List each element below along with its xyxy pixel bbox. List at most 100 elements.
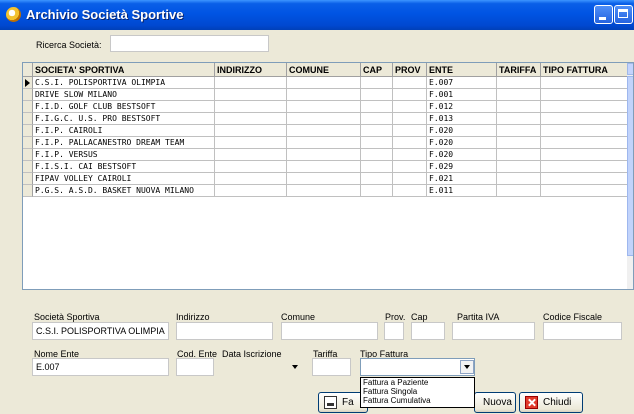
table-cell[interactable] <box>215 149 287 161</box>
table-cell[interactable] <box>287 161 361 173</box>
ente-field[interactable]: E.007 <box>32 358 169 376</box>
column-header[interactable]: INDIRIZZO <box>215 63 287 77</box>
table-row[interactable]: F.I.D. GOLF CLUB BESTSOFT F.012 <box>23 101 633 113</box>
table-cell[interactable]: F.020 <box>427 125 497 137</box>
table-cell[interactable] <box>361 149 393 161</box>
table-cell[interactable] <box>215 113 287 125</box>
minimize-button[interactable] <box>594 5 613 24</box>
table-cell[interactable]: F.029 <box>427 161 497 173</box>
table-cell[interactable] <box>361 125 393 137</box>
table-cell[interactable] <box>497 101 541 113</box>
table-cell[interactable]: F.I.P. VERSUS <box>33 149 215 161</box>
table-cell[interactable] <box>215 161 287 173</box>
row-indicator[interactable] <box>23 173 33 185</box>
table-cell[interactable] <box>361 161 393 173</box>
table-cell[interactable] <box>361 137 393 149</box>
table-row[interactable]: P.G.S. A.S.D. BASKET NUOVA MILANO E.011 <box>23 185 633 197</box>
row-indicator[interactable] <box>23 77 33 89</box>
table-cell[interactable] <box>541 161 633 173</box>
table-cell[interactable] <box>393 137 427 149</box>
row-indicator[interactable] <box>23 125 33 137</box>
table-cell[interactable] <box>361 185 393 197</box>
table-cell[interactable]: F.I.P. PALLACANESTRO DREAM TEAM <box>33 137 215 149</box>
table-row[interactable]: F.I.S.I. CAI BESTSOFT F.029 <box>23 161 633 173</box>
table-cell[interactable] <box>393 185 427 197</box>
societa-field[interactable]: C.S.I. POLISPORTIVA OLIMPIA <box>32 322 169 340</box>
table-cell[interactable] <box>541 125 633 137</box>
grid-vertical-scrollbar[interactable] <box>627 63 633 289</box>
table-row[interactable]: FIPAV VOLLEY CAIROLI F.021 <box>23 173 633 185</box>
dropdown-option[interactable]: Fattura Singola <box>361 387 474 396</box>
table-cell[interactable] <box>393 101 427 113</box>
table-cell[interactable] <box>393 149 427 161</box>
table-cell[interactable] <box>497 89 541 101</box>
table-cell[interactable]: F.001 <box>427 89 497 101</box>
societies-grid[interactable]: SOCIETA' SPORTIVA INDIRIZZO COMUNE CAP PROV E… <box>22 62 634 290</box>
table-cell[interactable]: F.I.G.C. U.S. PRO BESTSOFT <box>33 113 215 125</box>
table-cell[interactable] <box>287 185 361 197</box>
nuova-button[interactable]: Nuova <box>474 392 516 413</box>
table-cell[interactable] <box>287 113 361 125</box>
table-cell[interactable] <box>361 89 393 101</box>
comune-field[interactable] <box>281 322 378 340</box>
table-cell[interactable]: F.020 <box>427 149 497 161</box>
table-cell[interactable] <box>541 137 633 149</box>
table-row[interactable]: C.S.I. POLISPORTIVA OLIMPIA E.007 <box>23 77 633 89</box>
table-cell[interactable] <box>215 101 287 113</box>
table-cell[interactable]: F.012 <box>427 101 497 113</box>
tariffa-field[interactable] <box>312 358 351 376</box>
scroll-thumb[interactable] <box>627 76 633 256</box>
table-cell[interactable] <box>497 137 541 149</box>
row-indicator[interactable] <box>23 89 33 101</box>
table-cell[interactable] <box>215 125 287 137</box>
table-row[interactable]: DRIVE SLOW MILANO F.001 <box>23 89 633 101</box>
dropdown-option[interactable]: Fattura a Paziente <box>361 378 474 387</box>
table-cell[interactable]: F.021 <box>427 173 497 185</box>
table-cell[interactable] <box>287 137 361 149</box>
table-row[interactable]: F.I.P. PALLACANESTRO DREAM TEAM F.020 <box>23 137 633 149</box>
table-cell[interactable] <box>393 161 427 173</box>
table-cell[interactable]: E.011 <box>427 185 497 197</box>
codente-field[interactable] <box>176 358 214 376</box>
table-cell[interactable] <box>287 173 361 185</box>
row-indicator[interactable] <box>23 185 33 197</box>
tipo-fattura-dropdown-button[interactable] <box>460 360 474 374</box>
table-row[interactable]: F.I.P. CAIROLI F.020 <box>23 125 633 137</box>
table-cell[interactable] <box>393 77 427 89</box>
row-indicator[interactable] <box>23 137 33 149</box>
row-indicator[interactable] <box>23 101 33 113</box>
table-row[interactable]: F.I.G.C. U.S. PRO BESTSOFT F.013 <box>23 113 633 125</box>
table-cell[interactable] <box>497 173 541 185</box>
table-cell[interactable] <box>497 149 541 161</box>
table-cell[interactable]: DRIVE SLOW MILANO <box>33 89 215 101</box>
table-cell[interactable] <box>215 173 287 185</box>
table-cell[interactable] <box>541 77 633 89</box>
table-cell[interactable] <box>497 185 541 197</box>
row-indicator[interactable] <box>23 149 33 161</box>
indirizzo-field[interactable] <box>176 322 273 340</box>
column-header[interactable]: TIPO FATTURA <box>541 63 633 77</box>
table-cell[interactable] <box>287 101 361 113</box>
table-cell[interactable] <box>287 125 361 137</box>
scroll-up-arrow[interactable] <box>627 63 633 75</box>
prov-field[interactable] <box>384 322 404 340</box>
piva-field[interactable] <box>452 322 535 340</box>
table-cell[interactable] <box>287 149 361 161</box>
table-cell[interactable] <box>287 77 361 89</box>
cap-field[interactable] <box>411 322 445 340</box>
table-cell[interactable] <box>361 173 393 185</box>
table-cell[interactable] <box>361 101 393 113</box>
table-cell[interactable]: FIPAV VOLLEY CAIROLI <box>33 173 215 185</box>
column-header[interactable]: PROV <box>393 63 427 77</box>
table-cell[interactable] <box>541 101 633 113</box>
maximize-button[interactable] <box>614 5 633 24</box>
table-cell[interactable] <box>541 113 633 125</box>
table-cell[interactable] <box>393 113 427 125</box>
table-cell[interactable] <box>361 113 393 125</box>
table-cell[interactable]: C.S.I. POLISPORTIVA OLIMPIA <box>33 77 215 89</box>
table-cell[interactable]: F.013 <box>427 113 497 125</box>
table-cell[interactable]: F.020 <box>427 137 497 149</box>
table-cell[interactable] <box>541 89 633 101</box>
table-cell[interactable] <box>541 149 633 161</box>
table-cell[interactable] <box>287 89 361 101</box>
